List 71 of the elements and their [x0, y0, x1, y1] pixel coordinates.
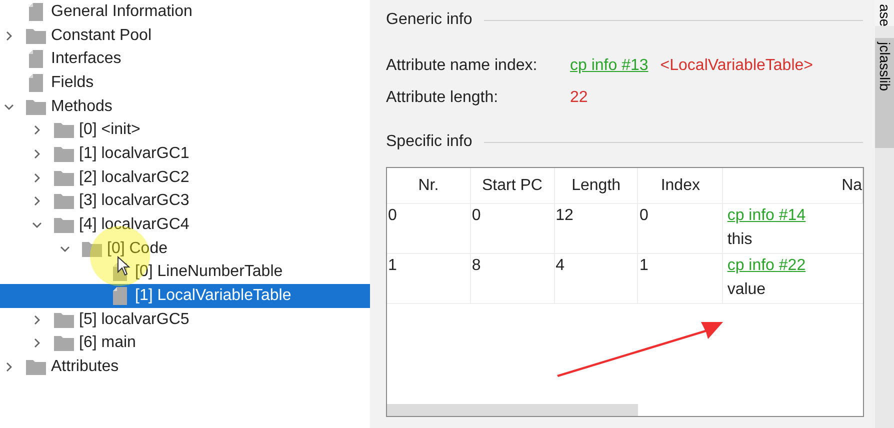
table-cell: 0 — [470, 207, 481, 224]
folder-icon — [54, 193, 74, 210]
tree-item[interactable]: Constant Pool — [0, 24, 370, 48]
table-cell: 4 — [554, 257, 565, 274]
folder-icon — [54, 335, 74, 352]
folder-icon — [82, 240, 102, 257]
column-header[interactable]: Length — [554, 168, 638, 203]
table-cell: 8 — [470, 257, 481, 274]
field-label: Attribute name index: — [386, 56, 538, 76]
tree-item-label: Attributes — [51, 357, 119, 378]
table-cell: 1 — [638, 257, 648, 274]
table-cell: 0 — [387, 207, 397, 224]
folder-icon — [26, 28, 46, 44]
tree-item[interactable]: Interfaces — [0, 47, 370, 72]
column-header[interactable]: Nr. — [387, 168, 471, 203]
folder-icon — [54, 170, 74, 186]
tree-item[interactable]: [0] <init> — [0, 118, 370, 142]
tree-item[interactable]: General Information — [0, 0, 370, 24]
file-icon — [29, 2, 43, 21]
tree-item[interactable]: Fields — [0, 71, 370, 95]
folder-icon — [26, 98, 46, 115]
tree-item-label: [2] localvarGC2 — [79, 168, 190, 188]
tree-item-label: [5] localvarGC5 — [79, 310, 190, 330]
folder-icon — [54, 312, 74, 328]
tree-item-label: Constant Pool — [51, 26, 152, 46]
table-cell: 0 — [638, 207, 648, 224]
tree-item-label: [4] localvarGC4 — [79, 215, 190, 236]
file-icon — [29, 74, 43, 92]
tree-item-label: General Information — [51, 2, 192, 22]
field-value: <LocalVariableTable> — [660, 56, 813, 76]
tree-item[interactable]: [1] LocalVariableTable — [0, 284, 370, 308]
side-tab[interactable]: ase — [875, 0, 894, 26]
mouse-pointer-icon — [117, 256, 131, 276]
tree-item-label: [0] Code — [107, 238, 168, 259]
tree-item-label: Interfaces — [51, 49, 122, 70]
folder-icon — [54, 146, 74, 162]
tree-item[interactable]: [6] main — [0, 332, 370, 356]
field-value: 22 — [570, 88, 588, 108]
tree-item[interactable]: [3] localvarGC3 — [0, 190, 370, 214]
table-cell: 1 — [387, 257, 397, 274]
tree-item[interactable]: Attributes — [0, 355, 370, 379]
side-tab[interactable]: jclasslib — [875, 38, 894, 148]
tree-item[interactable]: Methods — [0, 94, 370, 118]
folder-icon — [26, 359, 46, 376]
tree-item[interactable]: [0] Code — [0, 236, 370, 261]
tree-item-label: [0] LineNumberTable — [135, 262, 283, 282]
column-header[interactable]: Start PC — [470, 168, 555, 203]
file-icon — [29, 50, 43, 68]
tree-item[interactable]: [5] localvarGC5 — [0, 308, 370, 332]
tree-item-label: [0] <init> — [79, 120, 140, 140]
file-icon — [113, 287, 127, 306]
tree-item-label: [1] localvarGC1 — [79, 144, 190, 164]
scrollbar-thumb[interactable] — [387, 404, 638, 416]
folder-icon — [54, 217, 74, 234]
field-label: Attribute length: — [386, 88, 500, 108]
table-cell: 12 — [554, 207, 574, 224]
section-title: Specific info — [386, 132, 472, 152]
tree-item-label: [1] LocalVariableTable — [135, 286, 292, 306]
tree-item[interactable]: [2] localvarGC2 — [0, 166, 370, 190]
tree-item[interactable]: [4] localvarGC4 — [0, 213, 370, 237]
tree-item-label: Methods — [51, 96, 112, 117]
column-header[interactable]: Na — [723, 168, 863, 203]
tree-item-label: Fields — [51, 72, 94, 93]
table-cell-text: this — [727, 230, 754, 250]
section-title: Generic info — [386, 10, 472, 30]
table-cell-text: value — [727, 280, 767, 300]
folder-icon — [54, 122, 74, 138]
column-header[interactable]: Index — [638, 168, 724, 203]
tree-item-label: [6] main — [79, 333, 136, 354]
tree-item-label: [3] localvarGC3 — [79, 191, 190, 212]
tree-item[interactable]: [1] localvarGC1 — [0, 142, 370, 166]
